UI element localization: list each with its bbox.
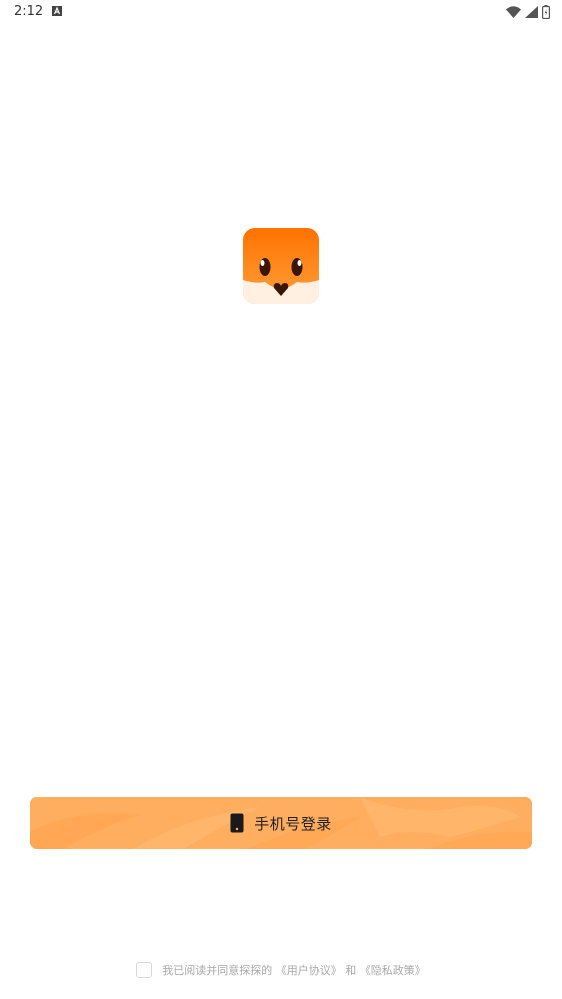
agreement-row: 我已阅读并同意探探的 《用户协议》 和 《隐私政策》 [0,960,562,980]
agree-checkbox[interactable] [136,962,153,978]
wifi-icon [506,6,521,18]
status-time: 2:12 [14,4,44,19]
status-bar: 2:12 [0,0,562,24]
signal-icon [525,6,538,18]
user-agreement-link[interactable]: 《用户协议》 [276,962,342,978]
phone-login-button[interactable]: 手机号登录 [30,797,532,849]
phone-login-label: 手机号登录 [254,814,332,833]
battery-icon [542,5,550,19]
a-icon [52,6,62,16]
privacy-policy-link[interactable]: 《隐私政策》 [360,962,426,978]
status-icons [506,4,550,20]
fox-logo-icon [243,228,319,304]
agreement-conjunction: 和 [345,964,357,977]
agreement-prefix: 我已阅读并同意探探的 [162,964,273,977]
phone-icon [230,813,244,833]
